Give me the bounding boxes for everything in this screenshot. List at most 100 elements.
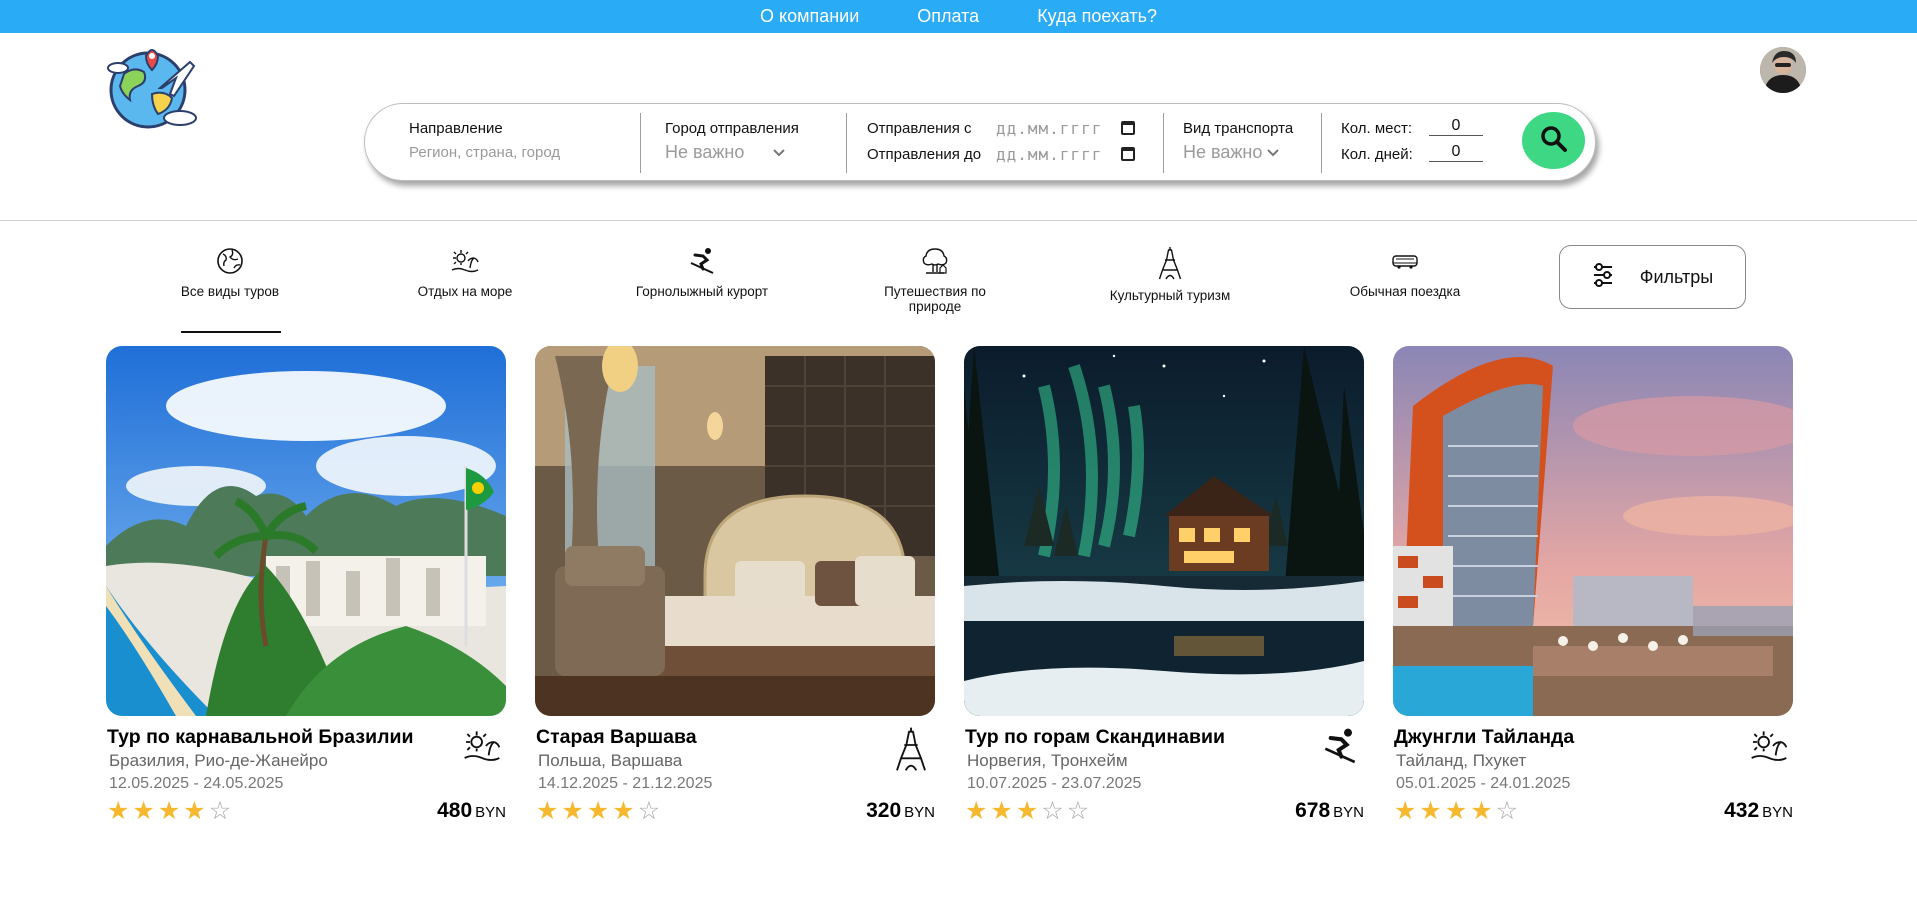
divider <box>1321 113 1322 173</box>
category-sea[interactable]: Отдых на море <box>390 246 540 299</box>
price-amount: 432 <box>1724 799 1760 822</box>
departure-city-select[interactable]: Не важно <box>665 142 786 163</box>
category-label: Обычная поездка <box>1349 284 1461 299</box>
filters-label: Фильтры <box>1639 266 1714 287</box>
date-to-label: Отправления до <box>867 146 982 163</box>
star-filled-icon: ★ <box>612 797 635 825</box>
rating-stars: ★ ★ ★ ★ ☆ <box>107 798 231 824</box>
tour-location: Польша, Варшава <box>538 751 683 770</box>
tour-image[interactable] <box>535 346 935 716</box>
star-filled-icon: ★ <box>586 797 610 825</box>
price-amount: 320 <box>866 799 902 822</box>
price-currency: BYN <box>475 804 506 821</box>
category-ski-resort[interactable]: Горнолыжный курорт <box>627 246 777 299</box>
transport-value: Не важно <box>1183 142 1263 162</box>
tour-card[interactable]: Тур по горам Скандинавии Норвегия, Тронх… <box>964 346 1364 824</box>
tour-title[interactable]: Джунгли Тайланда <box>1394 726 1574 749</box>
transport-label: Вид транспорта <box>1183 120 1294 137</box>
star-empty-icon: ☆ <box>208 797 232 825</box>
date-from-input[interactable]: дд.мм.гггг <box>996 119 1102 138</box>
eiffel-tower-icon <box>1095 246 1245 280</box>
skier-icon <box>1320 726 1360 766</box>
tour-price: 678 BYN <box>1295 799 1364 823</box>
sliders-icon <box>1592 262 1614 292</box>
star-filled-icon: ★ <box>132 797 155 825</box>
tour-title[interactable]: Старая Варшава <box>536 726 697 749</box>
price-amount: 678 <box>1295 799 1331 822</box>
price-currency: BYN <box>904 804 935 821</box>
star-empty-icon: ☆ <box>1041 797 1064 825</box>
tour-card[interactable]: Джунгли Тайланда Тайланд, Пхукет 05.01.2… <box>1393 346 1793 824</box>
tour-title[interactable]: Тур по карнавальной Бразилии <box>107 726 413 749</box>
departure-city-value: Не важно <box>665 142 745 162</box>
calendar-icon[interactable] <box>1121 147 1135 161</box>
tour-location: Тайланд, Пхукет <box>1396 751 1527 770</box>
tour-dates: 12.05.2025 - 24.05.2025 <box>109 775 284 792</box>
tour-dates: 05.01.2025 - 24.01.2025 <box>1396 775 1571 792</box>
active-category-indicator <box>181 331 281 333</box>
avatar[interactable] <box>1760 47 1806 93</box>
tour-card[interactable]: Старая Варшава Польша, Варшава 14.12.202… <box>535 346 935 824</box>
category-label: Горнолыжный курорт <box>635 284 769 299</box>
tour-location: Норвегия, Тронхейм <box>967 751 1128 770</box>
tour-card[interactable]: Тур по карнавальной Бразилии Бразилия, Р… <box>106 346 506 824</box>
star-filled-icon: ★ <box>183 797 206 825</box>
days-input[interactable] <box>1429 142 1483 162</box>
direction-input[interactable]: Регион, страна, город <box>409 144 560 161</box>
price-currency: BYN <box>1762 804 1793 821</box>
calendar-icon[interactable] <box>1121 121 1135 135</box>
transport-select[interactable]: Не важно <box>1183 142 1280 163</box>
star-filled-icon: ★ <box>990 797 1013 825</box>
bus-icon <box>1330 246 1480 276</box>
tour-image[interactable] <box>964 346 1364 716</box>
beach-icon <box>1749 726 1789 766</box>
tour-price: 432 BYN <box>1724 799 1793 823</box>
beach-icon <box>462 726 502 766</box>
star-filled-icon: ★ <box>536 797 559 825</box>
seats-input[interactable] <box>1429 116 1483 136</box>
tour-location: Бразилия, Рио-де-Жанейро <box>109 751 328 770</box>
tour-dates: 10.07.2025 - 23.07.2025 <box>967 775 1142 792</box>
price-currency: BYN <box>1333 804 1364 821</box>
price-amount: 480 <box>437 799 473 822</box>
tour-title[interactable]: Тур по горам Скандинавии <box>965 726 1225 749</box>
star-filled-icon: ★ <box>157 797 181 825</box>
category-cultural[interactable]: Культурный туризм <box>1095 246 1245 303</box>
nav-link-about[interactable]: О компании <box>760 6 859 27</box>
tour-dates: 14.12.2025 - 21.12.2025 <box>538 775 713 792</box>
category-label: Культурный туризм <box>1109 288 1231 303</box>
nav-link-where-to-go[interactable]: Куда поехать? <box>1037 6 1157 27</box>
header-divider <box>0 220 1917 221</box>
tour-image[interactable] <box>106 346 506 716</box>
category-regular-trip[interactable]: Обычная поездка <box>1330 246 1480 299</box>
category-all-tours[interactable]: Все виды туров <box>155 246 305 299</box>
days-label: Кол. дней: <box>1341 146 1413 163</box>
category-label: Путешествия по природе <box>884 284 986 314</box>
filters-button[interactable]: Фильтры <box>1559 245 1746 309</box>
logo[interactable] <box>106 44 202 130</box>
star-filled-icon: ★ <box>561 797 584 825</box>
date-from-label: Отправления с <box>867 120 972 137</box>
search-button[interactable] <box>1522 112 1585 169</box>
star-empty-icon: ☆ <box>1495 797 1519 825</box>
divider <box>846 113 847 173</box>
date-to-input[interactable]: дд.мм.гггг <box>996 145 1102 164</box>
rating-stars: ★ ★ ★ ★ ☆ <box>1394 798 1518 824</box>
nature-icon <box>860 246 1010 276</box>
nav-link-payment[interactable]: Оплата <box>917 6 979 27</box>
category-label: Все виды туров <box>180 284 280 299</box>
search-bar: Направление Регион, страна, город Город … <box>364 103 1596 181</box>
tour-price: 320 BYN <box>866 799 935 823</box>
tour-image[interactable] <box>1393 346 1793 716</box>
star-filled-icon: ★ <box>1015 797 1039 825</box>
star-filled-icon: ★ <box>1394 797 1417 825</box>
star-filled-icon: ★ <box>1419 797 1442 825</box>
category-label: Отдых на море <box>417 284 513 299</box>
star-filled-icon: ★ <box>1470 797 1493 825</box>
category-nature[interactable]: Путешествия по природе <box>860 246 1010 314</box>
eiffel-tower-icon <box>891 726 931 771</box>
chevron-down-icon <box>772 142 786 163</box>
rating-stars: ★ ★ ★ ☆ ☆ <box>965 798 1089 824</box>
seats-label: Кол. мест: <box>1341 120 1413 137</box>
top-nav: О компании Оплата Куда поехать? <box>0 0 1917 33</box>
